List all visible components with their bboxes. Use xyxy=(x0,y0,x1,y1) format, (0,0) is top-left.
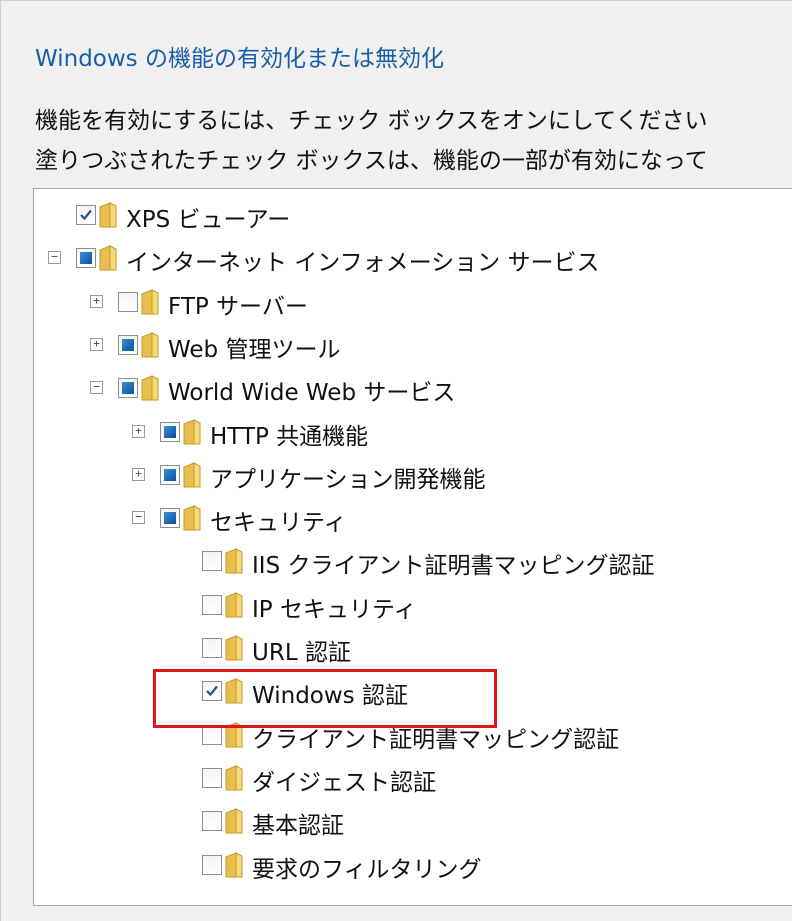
tree-item[interactable]: ダイジェスト認証 xyxy=(34,756,792,800)
checkbox-partial[interactable] xyxy=(118,334,138,355)
expand-icon[interactable]: + xyxy=(90,294,103,308)
checkbox-unchecked[interactable] xyxy=(118,291,138,312)
tree-item-label: インターネット インフォメーション サービス xyxy=(126,250,600,277)
tree-item[interactable]: + アプリケーション開発機能 xyxy=(34,453,792,497)
tree-item[interactable]: IP セキュリティ xyxy=(34,583,792,627)
expand-icon[interactable]: + xyxy=(90,337,103,351)
folder-icon xyxy=(140,331,160,359)
tree-item[interactable]: IIS クライアント証明書マッピング認証 xyxy=(34,539,792,583)
tree-item[interactable]: − インターネット インフォメーション サービス xyxy=(34,236,792,280)
folder-icon xyxy=(182,418,202,446)
folder-icon xyxy=(224,634,244,662)
collapse-icon[interactable]: − xyxy=(90,381,103,395)
tree-item-label: Web 管理ツール xyxy=(168,336,341,363)
folder-icon xyxy=(224,547,244,575)
checkbox-partial[interactable] xyxy=(160,464,180,485)
folder-icon xyxy=(182,504,202,532)
checkbox-checked[interactable] xyxy=(76,205,96,225)
tree-item-label: World Wide Web サービス xyxy=(168,380,456,407)
folder-icon xyxy=(140,288,160,316)
description-line-2: 塗りつぶされたチェック ボックスは、機能の一部が有効になって xyxy=(35,148,708,174)
tree-item-label: セキュリティ xyxy=(210,510,347,537)
tree-item-label: IIS クライアント証明書マッピング認証 xyxy=(252,553,655,580)
dialog-title: Windows の機能の有効化または無効化 xyxy=(35,46,444,72)
checkbox-unchecked[interactable] xyxy=(202,551,222,572)
tree-item-label: URL 認証 xyxy=(252,640,351,666)
folder-icon xyxy=(224,764,244,792)
expand-icon[interactable]: + xyxy=(132,424,145,438)
expand-icon[interactable]: + xyxy=(132,467,145,481)
folder-icon xyxy=(224,591,244,619)
tree-item[interactable]: − World Wide Web サービス xyxy=(34,366,792,410)
windows-features-dialog: Windows の機能の有効化または無効化 機能を有効にするには、チェック ボッ… xyxy=(0,0,792,921)
tree-item[interactable]: + FTP サーバー xyxy=(34,280,792,324)
tree-item-label: IP セキュリティ xyxy=(252,596,417,623)
checkbox-unchecked[interactable] xyxy=(202,854,222,875)
tree-item[interactable]: 基本認証 xyxy=(34,799,792,843)
checkbox-partial[interactable] xyxy=(160,421,180,442)
tree-item-label: アプリケーション開発機能 xyxy=(210,466,486,493)
tree-item-label: 基本認証 xyxy=(252,813,344,840)
tree-item[interactable]: XPS ビューアー xyxy=(34,193,792,237)
checkbox-unchecked[interactable] xyxy=(202,594,222,615)
tree-item[interactable]: − セキュリティ xyxy=(34,496,792,540)
features-tree[interactable]: XPS ビューアー − インターネット インフォメーション サービス + FTP サーバ… xyxy=(33,188,792,906)
tree-item[interactable]: + Web 管理ツール xyxy=(34,323,792,367)
folder-icon xyxy=(98,201,118,229)
checkbox-partial[interactable] xyxy=(160,508,180,529)
checkbox-partial[interactable] xyxy=(76,248,96,269)
tree-item[interactable]: 要求のフィルタリング xyxy=(34,843,792,887)
folder-icon xyxy=(224,851,244,879)
tree-item[interactable]: URL 認証 xyxy=(34,626,792,670)
folder-icon xyxy=(182,461,202,489)
collapse-icon[interactable]: − xyxy=(132,511,145,525)
checkbox-unchecked[interactable] xyxy=(202,811,222,832)
tree-item-label: FTP サーバー xyxy=(168,293,308,320)
tree-item[interactable]: + HTTP 共通機能 xyxy=(34,410,792,454)
tree-item-label: 要求のフィルタリング xyxy=(252,856,482,883)
description-line-1: 機能を有効にするには、チェック ボックスをオンにしてください xyxy=(35,108,708,134)
tree-item-label: XPS ビューアー xyxy=(126,207,291,233)
checkbox-partial[interactable] xyxy=(118,378,138,399)
highlight-box xyxy=(153,669,497,728)
checkbox-unchecked[interactable] xyxy=(202,638,222,658)
tree-item-label: ダイジェスト認証 xyxy=(252,769,436,796)
tree-item-label: HTTP 共通機能 xyxy=(210,423,369,450)
folder-icon xyxy=(140,374,160,402)
folder-icon xyxy=(224,807,244,835)
folder-icon xyxy=(98,244,118,272)
collapse-icon[interactable]: − xyxy=(48,251,61,265)
checkbox-unchecked[interactable] xyxy=(202,767,222,788)
